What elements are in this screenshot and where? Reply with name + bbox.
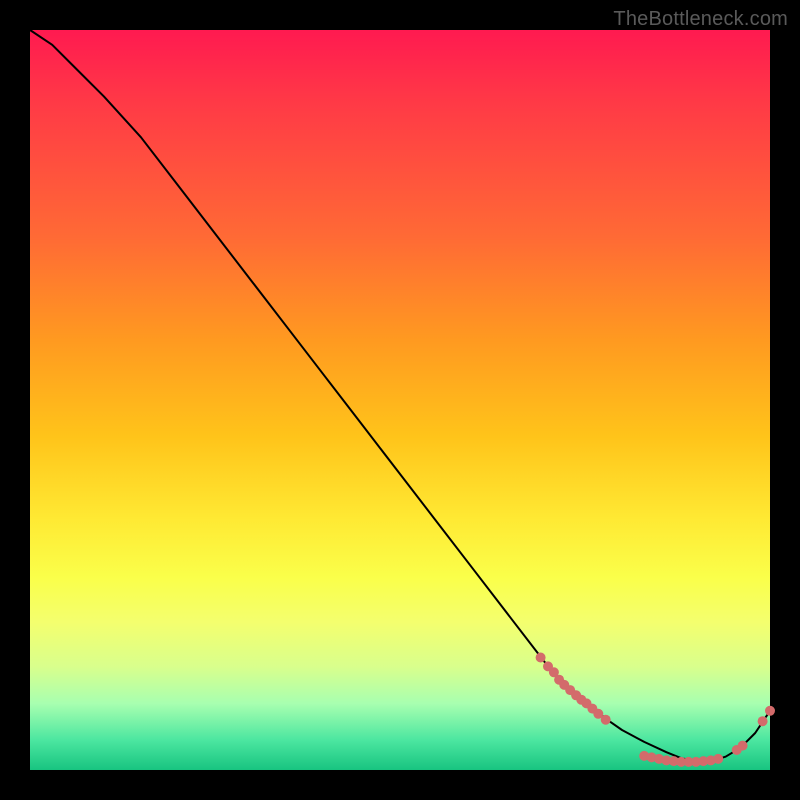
data-markers [536, 653, 775, 767]
chart-overlay [30, 30, 770, 770]
data-point [713, 754, 723, 764]
data-point [765, 706, 775, 716]
data-point [758, 716, 768, 726]
data-point [536, 653, 546, 663]
data-point [738, 741, 748, 751]
chart-stage: TheBottleneck.com [0, 0, 800, 800]
bottleneck-curve [30, 30, 770, 761]
data-point [601, 715, 611, 725]
plot-area [30, 30, 770, 770]
watermark-text: TheBottleneck.com [613, 8, 788, 31]
